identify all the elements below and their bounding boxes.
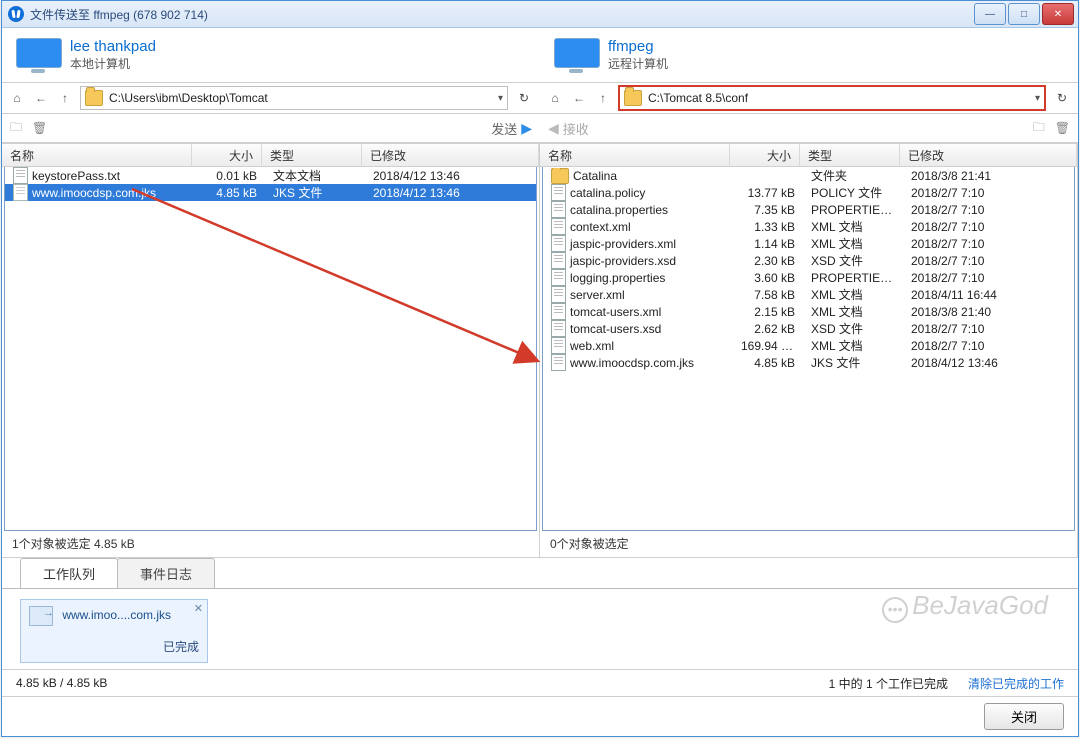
local-actions: 🗀 🗑 发送 ▶ xyxy=(2,114,540,142)
up-icon[interactable]: ↑ xyxy=(56,89,74,107)
remote-actions: ◀ 接收 🗀 🗑 xyxy=(540,114,1078,142)
jobs-status: 1 中的 1 个工作已完成 xyxy=(829,675,948,692)
home-icon[interactable]: ⌂ xyxy=(546,89,564,107)
titlebar: 文件传送至 ffmpeg (678 902 714) — □ ✕ xyxy=(2,1,1078,28)
remote-computer-name: ffmpeg xyxy=(608,38,668,55)
local-path: C:\Users\ibm\Desktop\Tomcat xyxy=(109,91,492,105)
filepanes: 名称 大小 类型 已修改 keystorePass.txt0.01 kB文本文档… xyxy=(2,143,1078,558)
monitor-icon xyxy=(16,38,60,72)
remote-nav: ⌂ ← ↑ C:\Tomcat 8.5\conf ▾ ↻ xyxy=(540,83,1078,113)
queue-card[interactable]: ✕ www.imoo....com.jks 已完成 xyxy=(20,599,208,663)
queue-area: ✕ www.imoo....com.jks 已完成 •••BeJavaGod xyxy=(2,589,1078,669)
local-computer-name: lee thankpad xyxy=(70,38,156,55)
transfer-icon xyxy=(29,606,53,626)
clear-completed-link[interactable]: 清除已完成的工作 xyxy=(968,675,1064,692)
refresh-icon[interactable]: ↻ xyxy=(514,91,534,105)
watermark: •••BeJavaGod xyxy=(882,590,1048,623)
back-icon[interactable]: ← xyxy=(32,89,50,107)
folder-icon xyxy=(85,90,103,106)
window-controls: — □ ✕ xyxy=(972,3,1074,25)
folder-icon xyxy=(624,90,642,106)
button-bar: 关闭 xyxy=(2,696,1078,736)
tab-work-queue[interactable]: 工作队列 xyxy=(20,558,118,588)
remote-computer-panel: ffmpeg 远程计算机 xyxy=(540,28,1078,82)
refresh-icon[interactable]: ↻ xyxy=(1052,91,1072,105)
app-window: 文件传送至 ffmpeg (678 902 714) — □ ✕ lee tha… xyxy=(1,0,1079,737)
local-computer-panel: lee thankpad 本地计算机 xyxy=(2,28,540,82)
remote-address-bar[interactable]: C:\Tomcat 8.5\conf ▾ xyxy=(618,85,1046,111)
new-folder-icon[interactable]: 🗀 xyxy=(1033,118,1045,139)
local-nav: ⌂ ← ↑ C:\Users\ibm\Desktop\Tomcat ▾ ↻ xyxy=(2,83,540,113)
computers-row: lee thankpad 本地计算机 ffmpeg 远程计算机 xyxy=(2,28,1078,83)
up-icon[interactable]: ↑ xyxy=(594,89,612,107)
chevron-down-icon[interactable]: ▾ xyxy=(498,93,503,104)
actions-row: 🗀 🗑 发送 ▶ ◀ 接收 🗀 🗑 xyxy=(2,114,1078,143)
local-address-bar[interactable]: C:\Users\ibm\Desktop\Tomcat ▾ xyxy=(80,86,508,110)
close-dialog-button[interactable]: 关闭 xyxy=(984,703,1064,730)
back-icon[interactable]: ← xyxy=(570,89,588,107)
teamviewer-icon xyxy=(8,6,24,22)
tab-event-log[interactable]: 事件日志 xyxy=(117,558,215,588)
new-folder-icon[interactable]: 🗀 xyxy=(10,118,22,139)
remote-path: C:\Tomcat 8.5\conf xyxy=(648,91,1029,105)
remote-computer-sub: 远程计算机 xyxy=(608,55,668,72)
home-icon[interactable]: ⌂ xyxy=(8,89,26,107)
close-button[interactable]: ✕ xyxy=(1042,3,1074,25)
annotation-arrow-icon xyxy=(2,143,1078,543)
receive-label[interactable]: 接收 xyxy=(563,119,589,138)
chevron-down-icon[interactable]: ▾ xyxy=(1035,93,1040,104)
local-computer-sub: 本地计算机 xyxy=(70,55,156,72)
maximize-button[interactable]: □ xyxy=(1008,3,1040,25)
delete-icon[interactable]: 🗑 xyxy=(32,121,47,135)
send-arrow-icon[interactable]: ▶ xyxy=(521,120,532,137)
close-icon[interactable]: ✕ xyxy=(194,602,203,615)
minimize-button[interactable]: — xyxy=(974,3,1006,25)
queue-filename: www.imoo....com.jks xyxy=(62,608,171,622)
monitor-icon xyxy=(554,38,598,72)
window-title: 文件传送至 ffmpeg (678 902 714) xyxy=(30,6,972,23)
tabs-bar: 工作队列 事件日志 xyxy=(2,558,1078,589)
send-label[interactable]: 发送 xyxy=(491,119,517,138)
address-row: ⌂ ← ↑ C:\Users\ibm\Desktop\Tomcat ▾ ↻ ⌂ … xyxy=(2,83,1078,114)
receive-arrow-icon[interactable]: ◀ xyxy=(548,120,559,137)
footer: 4.85 kB / 4.85 kB 1 中的 1 个工作已完成 清除已完成的工作 xyxy=(2,669,1078,696)
delete-icon[interactable]: 🗑 xyxy=(1055,121,1070,135)
transfer-progress: 4.85 kB / 4.85 kB xyxy=(16,676,107,690)
queue-status: 已完成 xyxy=(29,638,199,655)
